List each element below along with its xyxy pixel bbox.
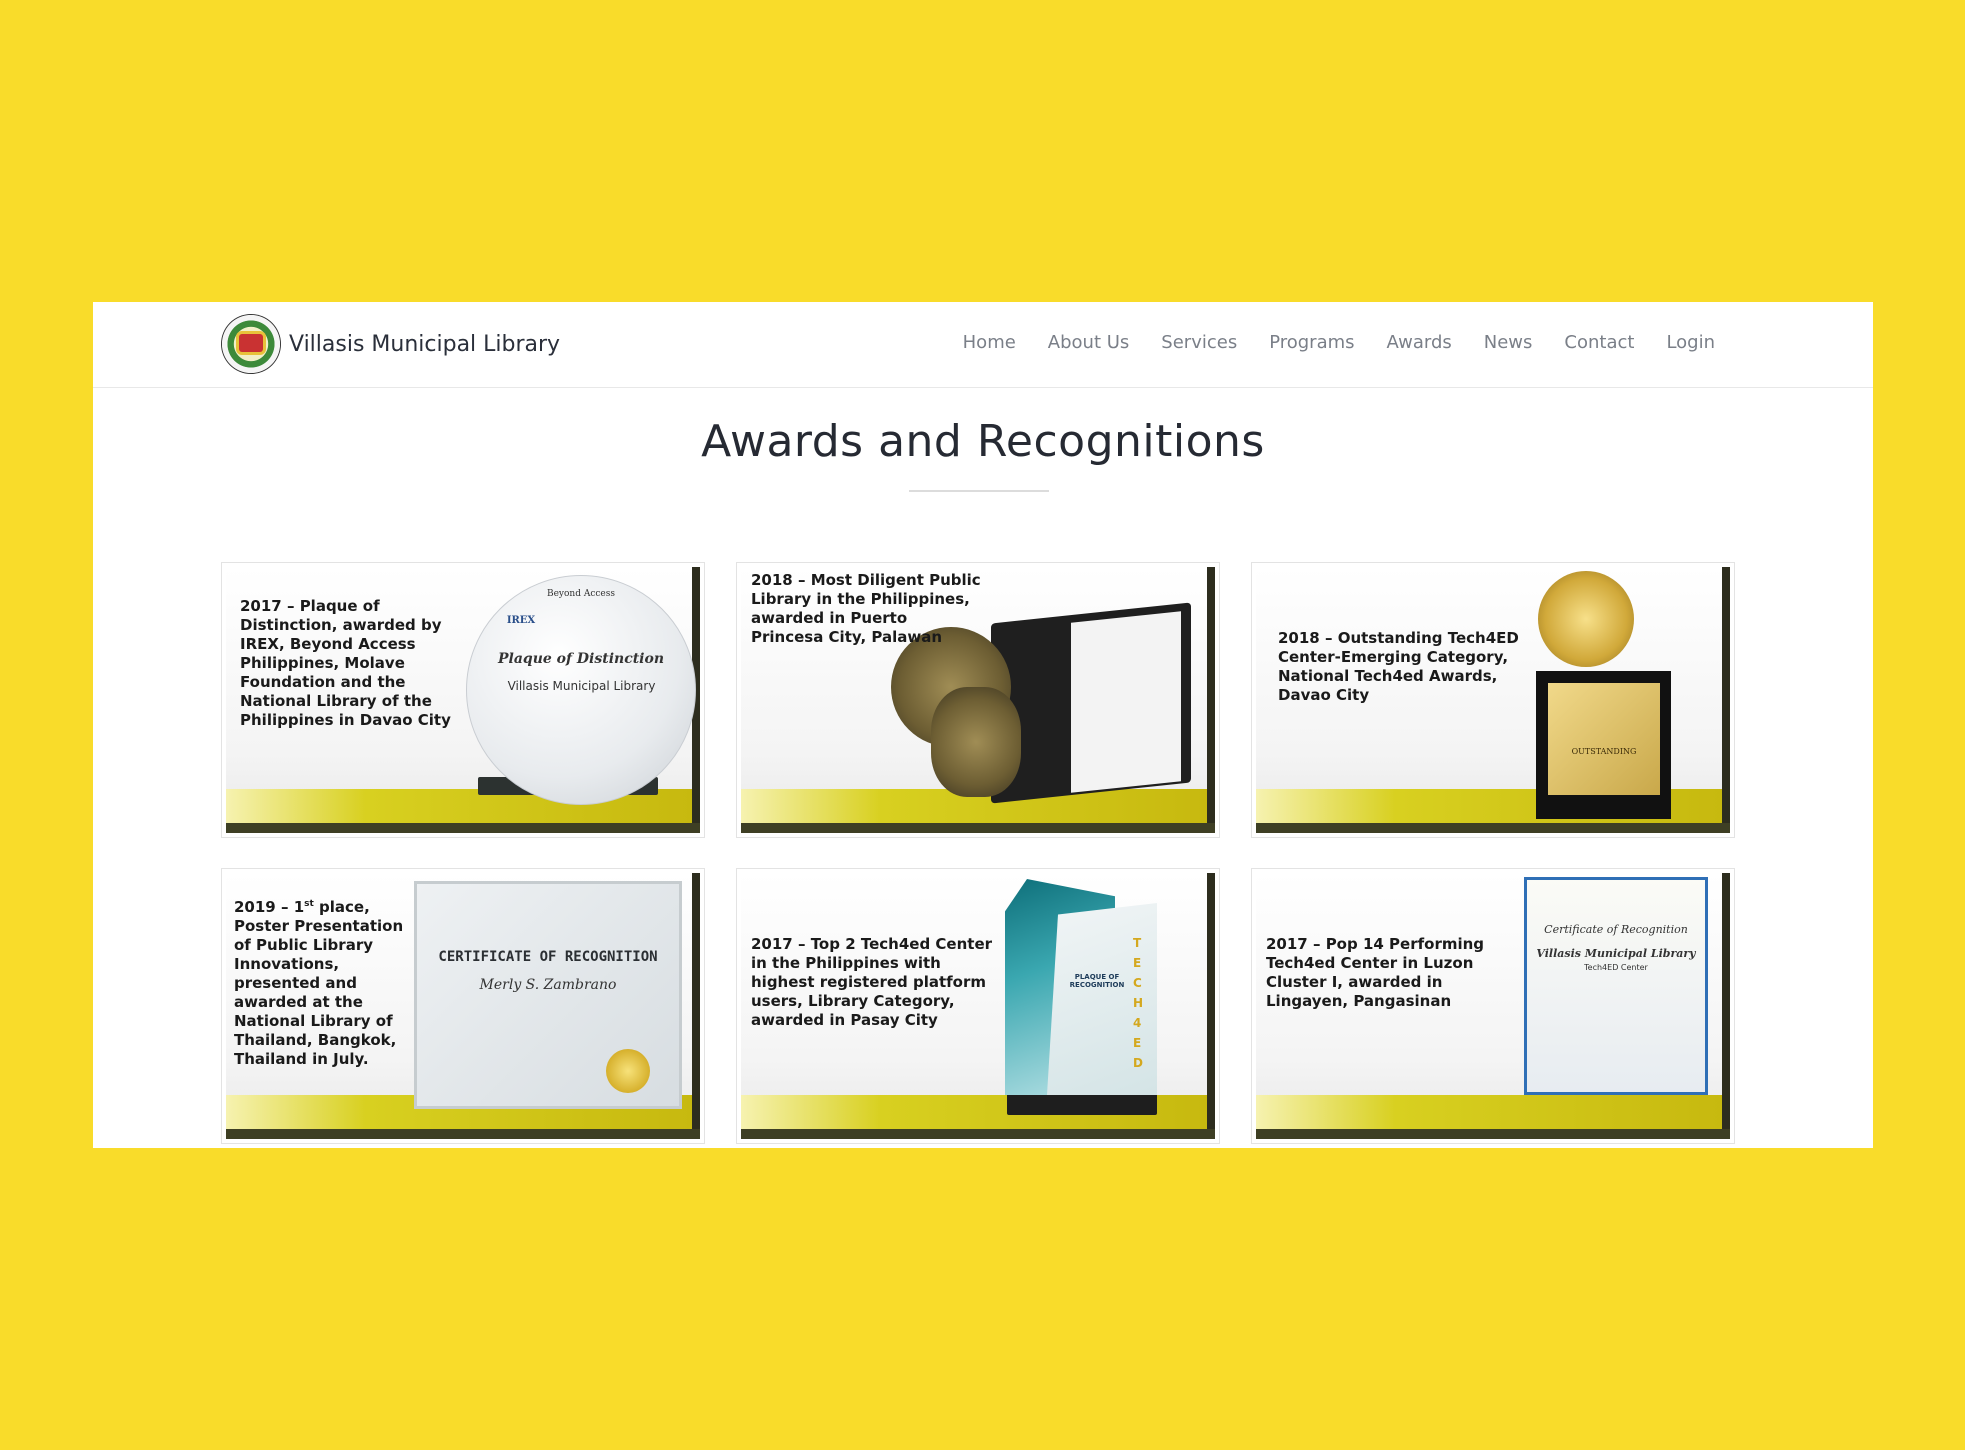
decorative-band-dark [741, 823, 1215, 833]
title-divider [909, 490, 1049, 492]
nav-item-news[interactable]: News [1484, 332, 1533, 353]
framed-certificate [1524, 877, 1708, 1095]
award-card[interactable]: PLAQUE OF RECOGNITION TECH4ED 2017 – Top… [736, 868, 1220, 1144]
award-card[interactable]: CERTIFICATE OF RECOGNITION Merly S. Zamb… [221, 868, 705, 1144]
page-title: Awards and Recognitions [701, 416, 1265, 467]
trophy-side-label: TECH4ED [1133, 936, 1144, 1070]
brand-name: Villasis Municipal Library [289, 331, 561, 357]
nav-item-home[interactable]: Home [963, 332, 1016, 353]
award-caption: 2017 – Plaque of Distinction, awarded by… [240, 597, 451, 729]
award-image: Certificate of Recognition Villasis Muni… [1256, 873, 1730, 1139]
award-image: Beyond Access IREX Plaque of Distinction… [226, 567, 700, 833]
award-caption: 2018 – Most Diligent Public Library in t… [751, 571, 981, 646]
gold-seal [606, 1049, 650, 1093]
award-caption-rest: place, Poster Presentation of Public Lib… [234, 898, 404, 1068]
award-card[interactable]: Certificate of Recognition Villasis Muni… [1251, 868, 1735, 1144]
award-caption-ordinal: st [304, 899, 314, 909]
trophy-plate [1548, 683, 1660, 795]
plaque-title: Plaque of Distinction [497, 651, 665, 667]
certificate-title: Certificate of Recognition [1544, 923, 1688, 936]
plaque-recipient: Villasis Municipal Library [507, 679, 656, 693]
decorative-band-dark [226, 1129, 700, 1139]
award-caption: 2018 – Outstanding Tech4ED Center-Emergi… [1278, 629, 1519, 704]
nav-item-services[interactable]: Services [1161, 332, 1237, 353]
award-image: OUTSTANDING 2018 – Outstanding Tech4ED C… [1256, 567, 1730, 833]
plaque-header: Beyond Access [546, 589, 615, 599]
library-seal-logo [221, 314, 281, 374]
decorative-band-dark [741, 1129, 1215, 1139]
award-image: CERTIFICATE OF RECOGNITION Merly S. Zamb… [226, 873, 700, 1139]
book-page [1071, 611, 1181, 793]
brand[interactable]: Villasis Municipal Library [221, 314, 560, 374]
award-card[interactable]: 2018 – Most Diligent Public Library in t… [736, 562, 1220, 838]
nav-item-programs[interactable]: Programs [1269, 332, 1354, 353]
award-card[interactable]: OUTSTANDING 2018 – Outstanding Tech4ED C… [1251, 562, 1735, 838]
nav-item-login[interactable]: Login [1666, 332, 1715, 353]
decorative-band-dark [1256, 1129, 1730, 1139]
trophy-medal [1538, 571, 1634, 667]
certificate-sub: Tech4ED Center [1584, 963, 1648, 972]
certificate-title: CERTIFICATE OF RECOGNITION [438, 949, 658, 965]
nav-item-contact[interactable]: Contact [1564, 332, 1634, 353]
award-caption-prefix: 2019 – 1 [234, 898, 305, 916]
awards-grid: Beyond Access IREX Plaque of Distinction… [221, 562, 1735, 1144]
award-caption: 2019 – 1st place, Poster Presentation of… [234, 895, 418, 1069]
award-card[interactable]: Beyond Access IREX Plaque of Distinction… [221, 562, 705, 838]
decorative-band [1256, 1095, 1722, 1129]
award-image: 2018 – Most Diligent Public Library in t… [741, 567, 1215, 833]
decorative-band-dark [226, 823, 700, 833]
plaque-logo-text: IREX [506, 615, 536, 626]
award-caption: 2017 – Top 2 Tech4ed Center in the Phili… [751, 935, 993, 1029]
trophy-base [1007, 1093, 1157, 1115]
face-sculpture [931, 687, 1021, 797]
certificate-name: Merly S. Zambrano [479, 977, 617, 993]
award-image: PLAQUE OF RECOGNITION TECH4ED 2017 – Top… [741, 873, 1215, 1139]
nav-item-awards[interactable]: Awards [1387, 332, 1452, 353]
certificate-name: Villasis Municipal Library [1536, 947, 1696, 960]
decorative-band-dark [1256, 823, 1730, 833]
navbar: Villasis Municipal Library Home About Us… [93, 302, 1873, 388]
main-nav: Home About Us Services Programs Awards N… [931, 332, 1715, 353]
trophy-plate-title: OUTSTANDING [1571, 747, 1637, 756]
award-caption: 2017 – Pop 14 Performing Tech4ed Center … [1266, 935, 1485, 1010]
trophy-title: PLAQUE OF RECOGNITION [1069, 973, 1125, 989]
nav-item-about-us[interactable]: About Us [1048, 332, 1130, 353]
browser-page: Villasis Municipal Library Home About Us… [93, 302, 1873, 1148]
